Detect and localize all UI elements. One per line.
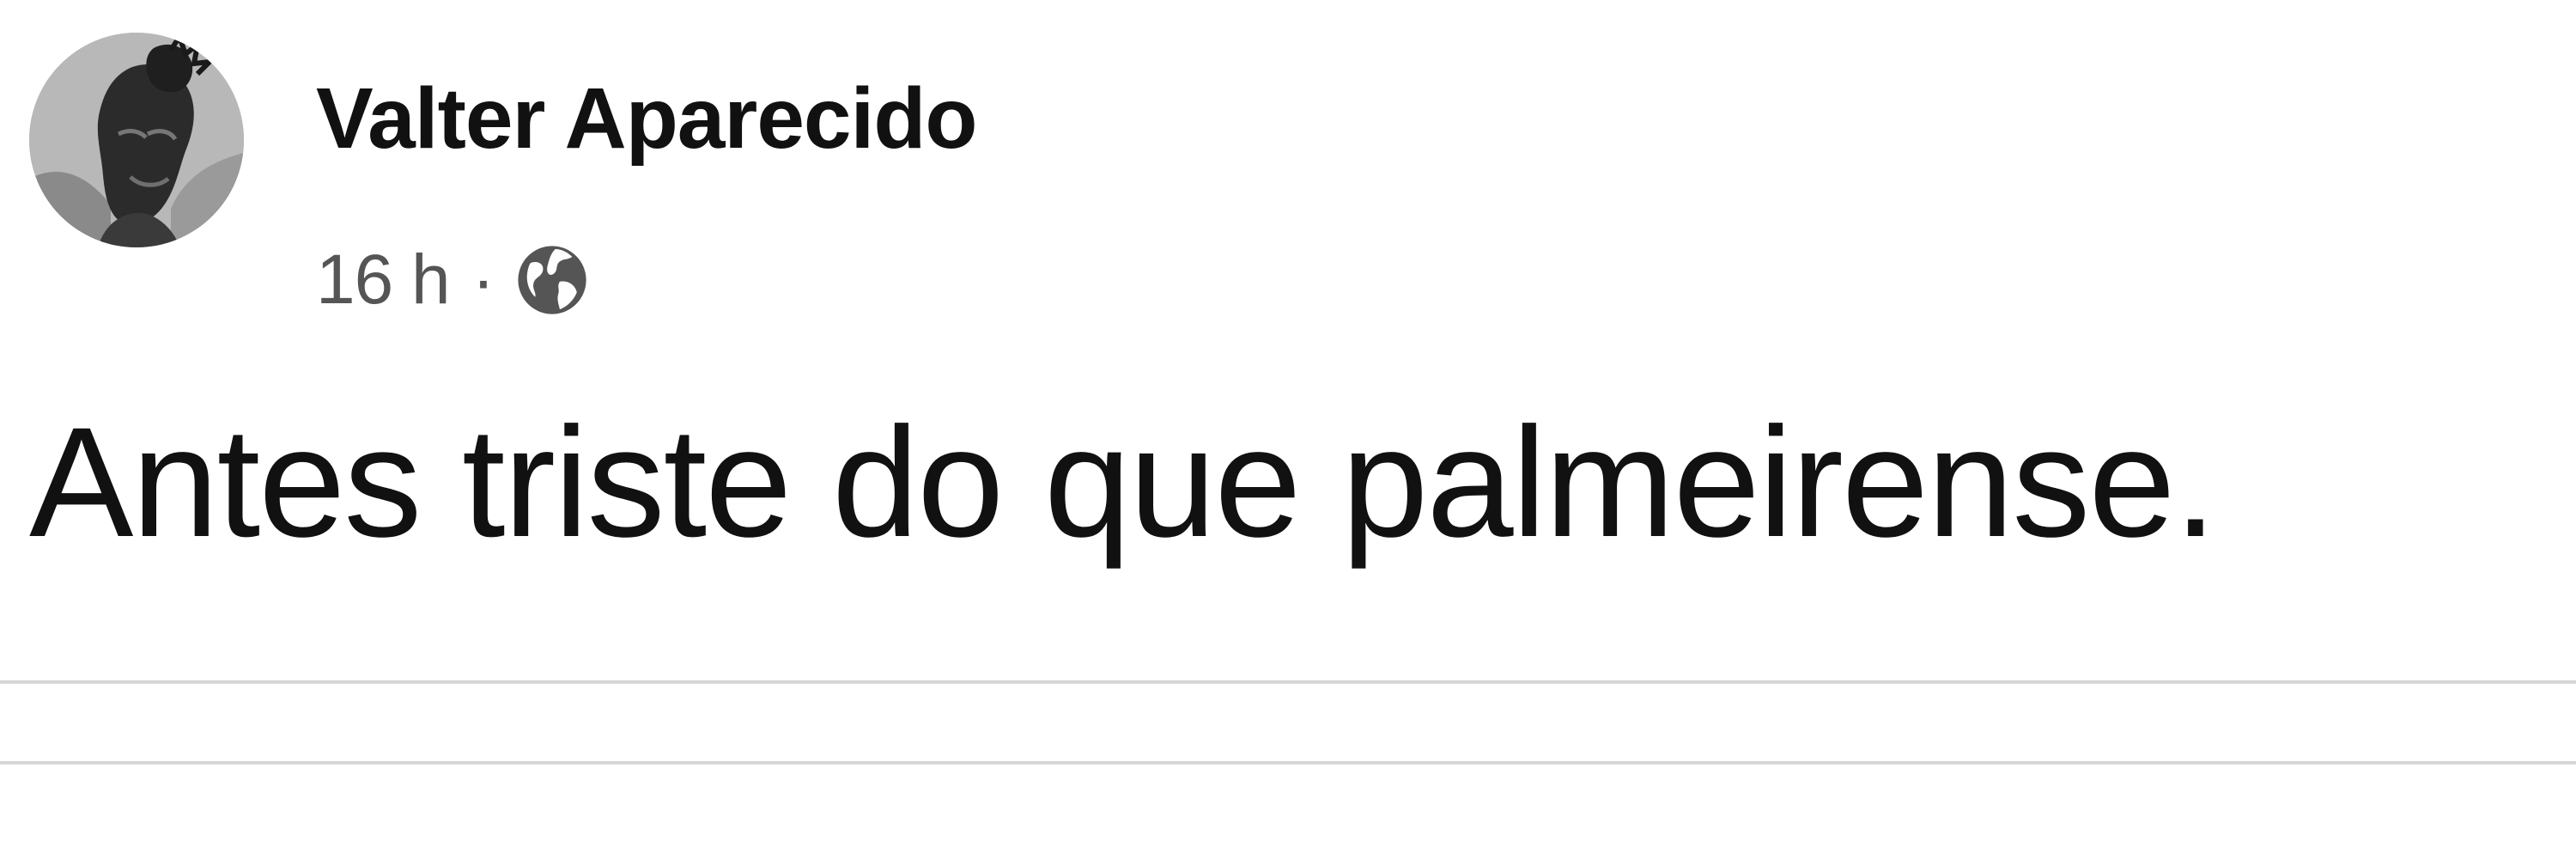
author-name[interactable]: Valter Aparecido bbox=[316, 76, 977, 161]
avatar-image bbox=[29, 33, 244, 247]
divider bbox=[0, 761, 2576, 765]
avatar[interactable] bbox=[29, 33, 244, 247]
globe-icon[interactable] bbox=[513, 241, 591, 319]
facebook-post: Valter Aparecido 16 h · Antes triste do … bbox=[0, 0, 2576, 859]
divider bbox=[0, 680, 2576, 684]
post-timestamp[interactable]: 16 h bbox=[316, 245, 451, 315]
meta-separator: · bbox=[471, 241, 495, 318]
post-meta: 16 h · bbox=[316, 239, 591, 321]
post-text: Antes triste do que palmeirense. bbox=[29, 394, 2217, 570]
